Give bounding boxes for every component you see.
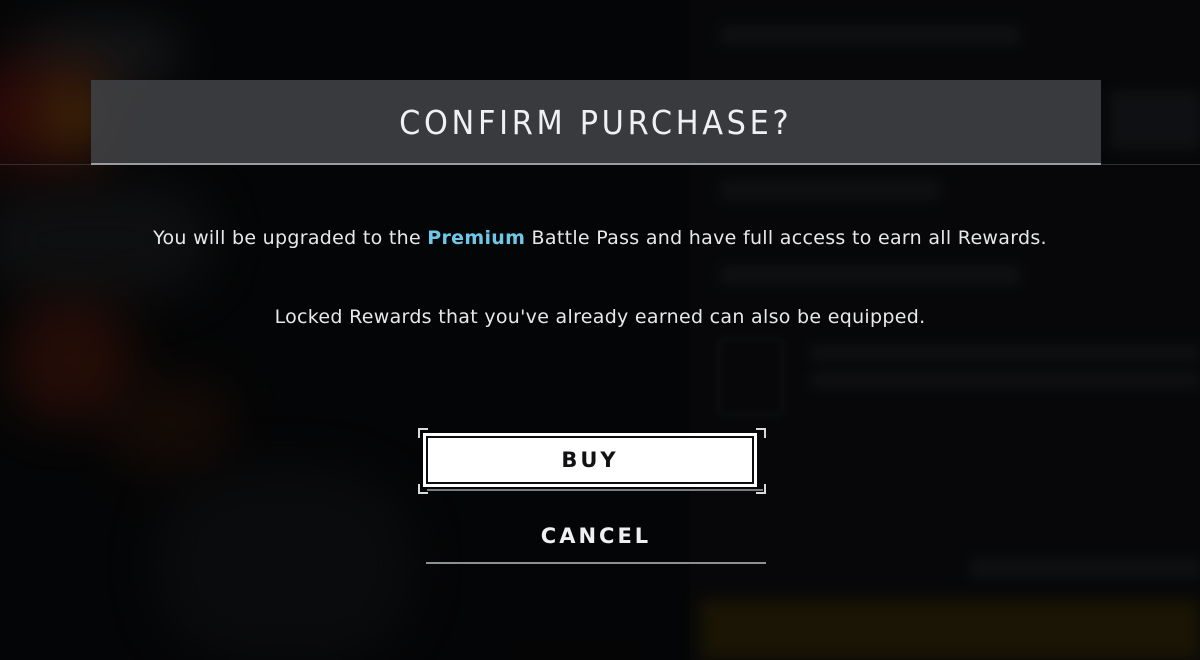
buy-button-shadow [427, 489, 763, 491]
buy-button-frame-corner [756, 428, 766, 438]
dialog-note: Locked Rewards that you've already earne… [274, 306, 926, 328]
dialog-title-bar: CONFIRM PURCHASE? [91, 80, 1101, 164]
premium-highlight: Premium [427, 227, 526, 249]
dialog-message: You will be upgraded to the Premium Batt… [150, 223, 1050, 254]
buy-button[interactable]: BUY [423, 433, 757, 487]
cancel-button[interactable]: CANCEL [426, 510, 766, 562]
dialog-title: CONFIRM PURCHASE? [399, 102, 793, 142]
title-bar-underline [91, 163, 1101, 165]
cancel-button-underline [426, 562, 766, 564]
buy-button-label: BUY [561, 448, 619, 472]
message-text-before: You will be upgraded to the [153, 227, 421, 249]
cancel-button-label: CANCEL [540, 524, 652, 548]
message-text-after: Battle Pass and have full access to earn… [531, 227, 1047, 249]
